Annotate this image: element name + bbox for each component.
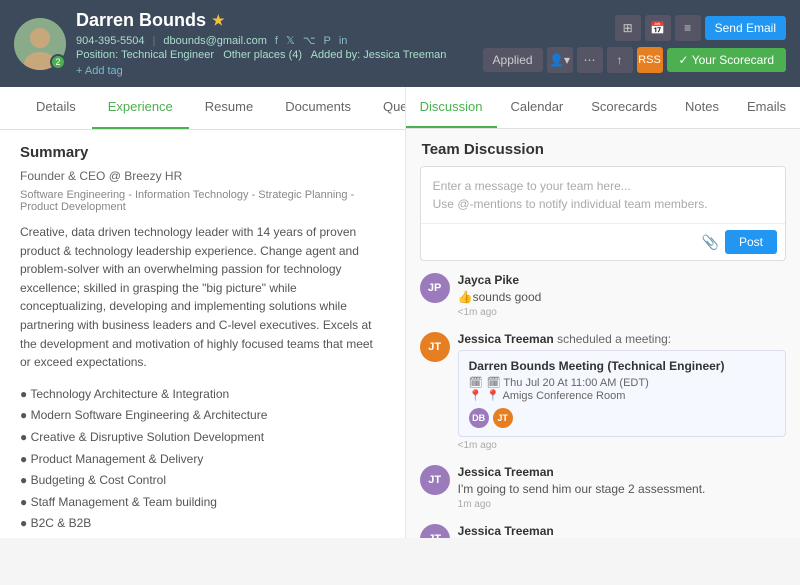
sender-avatar: JT (420, 465, 450, 495)
li-icon: in (339, 35, 348, 47)
right-panel: Discussion Calendar Scorecards Notes Ema… (406, 87, 800, 538)
tab-resume[interactable]: Resume (189, 87, 269, 129)
message-sender: Jessica Treeman scheduled a meeting: (458, 332, 786, 346)
message-bubble: Jessica Treeman I'm going to send him ou… (458, 465, 786, 510)
message-sender: Jessica Treeman (458, 465, 786, 479)
bullet-item: Product Management & Delivery (20, 449, 385, 471)
message-bubble: Jessica Treeman (458, 524, 786, 538)
tab-questionnaires[interactable]: Questionnaires (367, 87, 406, 129)
gh-icon: ⌥ (303, 34, 316, 47)
meeting-card: Darren Bounds Meeting (Technical Enginee… (458, 350, 786, 437)
message-time: <1m ago (458, 440, 786, 451)
calendar-icon-btn[interactable]: 📅 (645, 15, 671, 41)
main-content: Details Experience Resume Documents Ques… (0, 87, 800, 538)
skills-line: Software Engineering - Information Techn… (20, 189, 385, 213)
attach-icon[interactable]: 📎 (702, 234, 719, 251)
message-bubble: Jayca Pike 👍sounds good <1m ago (458, 273, 786, 318)
rss-btn[interactable]: RSS (637, 47, 663, 73)
bullet-item: Modern Software Engineering & Architectu… (20, 405, 385, 427)
meeting-title: Darren Bounds Meeting (Technical Enginee… (469, 359, 775, 373)
message-time: <1m ago (458, 307, 786, 318)
right-tabs: Discussion Calendar Scorecards Notes Ema… (406, 87, 800, 129)
email: dbounds@gmail.com (163, 35, 267, 47)
person-icon-btn[interactable]: 👤▾ (547, 47, 573, 73)
tw-icon: 𝕏 (286, 34, 295, 47)
right-tab-emails[interactable]: Emails (733, 87, 800, 128)
bullet-item: B2C & B2B (20, 513, 385, 535)
header: 2 Darren Bounds ★ 904-395-5504 | dbounds… (0, 0, 800, 87)
message-text: 👍sounds good (458, 290, 786, 304)
star-icon[interactable]: ★ (212, 12, 225, 29)
skills-bullets: Technology Architecture & Integration Mo… (20, 384, 385, 535)
bullet-item: Creative & Disruptive Solution Developme… (20, 427, 385, 449)
message-input-area[interactable]: Enter a message to your team here... Use… (421, 167, 785, 223)
phone: 904-395-5504 (76, 35, 145, 47)
send-email-button[interactable]: Send Email (705, 16, 786, 40)
notification-badge: 2 (50, 54, 66, 70)
summary-title: Summary (20, 144, 385, 161)
applied-dropdown-btn[interactable]: Applied (483, 48, 543, 72)
right-tab-scorecards[interactable]: Scorecards (577, 87, 671, 128)
bullet-item: Technology Architecture & Integration (20, 384, 385, 406)
team-discussion-title: Team Discussion (406, 129, 800, 166)
post-button[interactable]: Post (725, 230, 777, 254)
sender-avatar: JP (420, 273, 450, 303)
message-item: JP Jayca Pike 👍sounds good <1m ago (420, 273, 786, 318)
messages-list: JP Jayca Pike 👍sounds good <1m ago JT (406, 273, 800, 538)
message-item: JT Jessica Treeman scheduled a meeting: … (420, 332, 786, 451)
header-actions-bottom: Applied 👤▾ ⋯ ↑ RSS ✓ Your Scorecard (483, 47, 786, 73)
message-bubble: Jessica Treeman scheduled a meeting: Dar… (458, 332, 786, 451)
sender-avatar: JT (420, 524, 450, 538)
message-sender: Jayca Pike (458, 273, 786, 287)
bullet-item: Staff Management & Team building (20, 492, 385, 514)
more-icon-btn[interactable]: ⋯ (577, 47, 603, 73)
message-item: JT Jessica Treeman (420, 524, 786, 538)
header-actions-top: ⊞ 📅 ≡ Send Email (615, 15, 786, 41)
header-left: 2 Darren Bounds ★ 904-395-5504 | dbounds… (14, 10, 446, 77)
meeting-location: 📍 📍 Amigs Conference Room (469, 389, 775, 402)
attendee-avatar: DB (469, 408, 489, 428)
left-tabs: Details Experience Resume Documents Ques… (0, 87, 405, 130)
add-tag-btn[interactable]: + Add tag (76, 65, 446, 77)
message-text: I'm going to send him our stage 2 assess… (458, 482, 786, 496)
sender-avatar: JT (420, 332, 450, 362)
meeting-attendees: DB JT (469, 408, 775, 428)
right-tab-discussion[interactable]: Discussion (406, 87, 497, 128)
message-toolbar: 📎 Post (421, 223, 785, 260)
bio-text: Creative, data driven technology leader … (20, 223, 385, 372)
header-right: ⊞ 📅 ≡ Send Email Applied 👤▾ ⋯ ↑ RSS ✓ Yo… (483, 15, 786, 73)
tab-details[interactable]: Details (20, 87, 92, 129)
position-line: Position: Technical Engineer Other place… (76, 49, 446, 61)
upload-icon-btn[interactable]: ↑ (607, 47, 633, 73)
message-sender: Jessica Treeman (458, 524, 786, 538)
meeting-date: 🗓 🗓 Thu Jul 20 At 11:00 AM (EDT) (469, 376, 775, 389)
fb-icon: f (275, 35, 278, 47)
discussion-area: Team Discussion Enter a message to your … (406, 129, 800, 538)
bullet-item: Budgeting & Cost Control (20, 470, 385, 492)
left-panel: Details Experience Resume Documents Ques… (0, 87, 406, 538)
message-time: 1m ago (458, 499, 786, 510)
attendee-avatar: JT (493, 408, 513, 428)
list-icon-btn[interactable]: ≡ (675, 15, 701, 41)
tab-documents[interactable]: Documents (269, 87, 367, 129)
avatar-wrap: 2 (14, 18, 66, 70)
right-tab-notes[interactable]: Notes (671, 87, 733, 128)
message-input-box: Enter a message to your team here... Use… (420, 166, 786, 261)
header-info: Darren Bounds ★ 904-395-5504 | dbounds@g… (76, 10, 446, 77)
scorecard-button[interactable]: ✓ Your Scorecard (667, 48, 786, 72)
emoji: 👍 (458, 290, 473, 304)
location-icon: 📍 (469, 389, 483, 402)
founder-role: Founder & CEO @ Breezy HR (20, 169, 385, 183)
grid-icon-btn[interactable]: ⊞ (615, 15, 641, 41)
candidate-name: Darren Bounds ★ (76, 10, 446, 31)
pin-icon: P (324, 35, 331, 47)
right-tab-calendar[interactable]: Calendar (497, 87, 578, 128)
calendar-icon: 🗓 (469, 376, 483, 389)
tab-experience[interactable]: Experience (92, 87, 189, 129)
header-meta: 904-395-5504 | dbounds@gmail.com f 𝕏 ⌥ P… (76, 34, 446, 47)
message-item: JT Jessica Treeman I'm going to send him… (420, 465, 786, 510)
